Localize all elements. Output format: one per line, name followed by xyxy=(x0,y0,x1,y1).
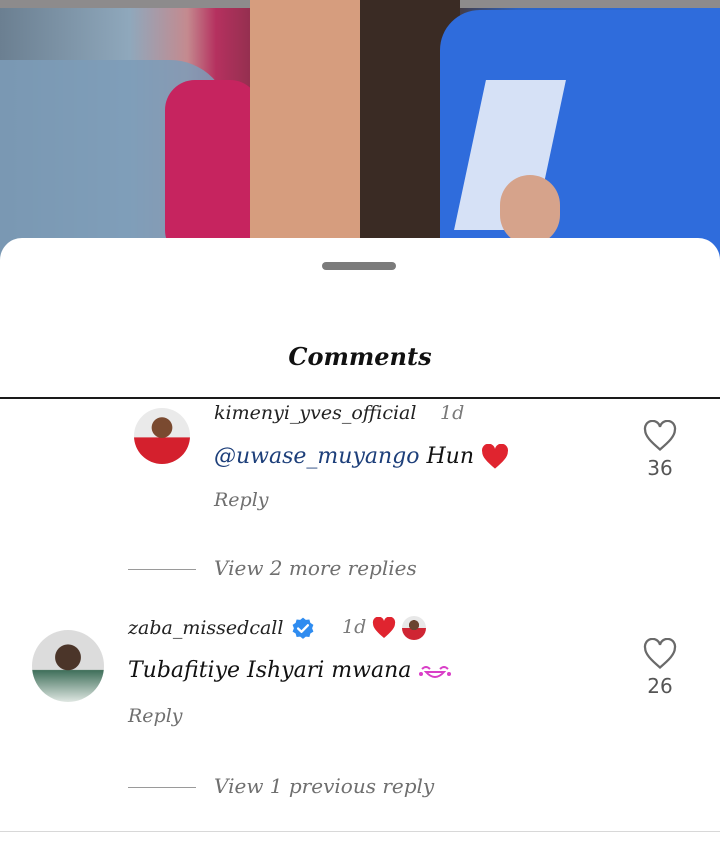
comment-time: 1d xyxy=(342,616,427,640)
like-control[interactable]: 26 xyxy=(640,638,680,698)
like-count: 26 xyxy=(647,674,673,698)
avatar[interactable] xyxy=(134,408,190,464)
comment-item: kimenyi_yves_official 1d @uwase_muyango … xyxy=(0,400,720,590)
heart-outline-icon[interactable] xyxy=(643,638,677,670)
reply-button[interactable]: Reply xyxy=(214,489,269,511)
replies-line xyxy=(128,787,196,788)
comment-text: Tubafitiye Ishyari mwana xyxy=(128,658,452,683)
liked-by-author-avatar xyxy=(402,616,427,640)
heart-outline-icon[interactable] xyxy=(643,420,677,452)
replies-line xyxy=(128,569,196,570)
comment-text: @uwase_muyango Hun xyxy=(214,444,509,470)
like-count: 36 xyxy=(647,456,673,480)
laughing-emoji-icon xyxy=(419,666,452,678)
bottom-divider xyxy=(0,831,720,832)
comment-username[interactable]: zaba_missedcall xyxy=(128,616,316,642)
comment-body: Hun xyxy=(426,444,475,469)
reply-button[interactable]: Reply xyxy=(128,705,183,727)
comment-username[interactable]: kimenyi_yves_official xyxy=(214,402,416,424)
red-heart-icon xyxy=(373,617,396,638)
view-more-label[interactable]: View 1 previous reply xyxy=(214,774,434,798)
time-text: 1d xyxy=(342,616,367,638)
verified-badge-icon xyxy=(292,617,313,639)
like-control[interactable]: 36 xyxy=(640,420,680,480)
comment-time: 1d xyxy=(440,402,465,424)
post-photo[interactable] xyxy=(0,0,720,262)
username-text[interactable]: zaba_missedcall xyxy=(128,617,283,639)
sheet-title: Comments xyxy=(288,342,432,371)
mention-link[interactable]: @uwase_muyango xyxy=(214,444,420,469)
comment-body: Tubafitiye Ishyari mwana xyxy=(128,658,412,683)
comment-item: zaba_missedcall 1d Tubafitiye Ishyari mw… xyxy=(0,610,720,810)
comments-sheet: Comments kimenyi_yves_official 1d @uwase… xyxy=(0,238,720,849)
drag-handle[interactable] xyxy=(322,262,396,270)
avatar[interactable] xyxy=(32,630,104,702)
title-divider xyxy=(0,397,720,399)
comments-screen: Comments kimenyi_yves_official 1d @uwase… xyxy=(0,0,720,849)
view-more-label[interactable]: View 2 more replies xyxy=(214,556,417,580)
red-heart-icon xyxy=(482,444,509,469)
